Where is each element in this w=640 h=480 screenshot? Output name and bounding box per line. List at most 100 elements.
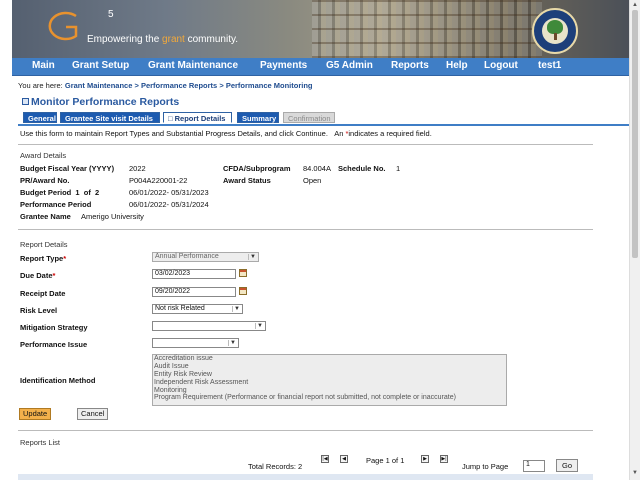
jump-to-page-label: Jump to Page <box>462 462 509 471</box>
risk-level-select[interactable]: Not risk Related ▼ <box>152 304 243 314</box>
chevron-down-icon: ▼ <box>255 323 264 329</box>
budget-fiscal-year-value: 2022 <box>129 164 146 173</box>
list-item[interactable]: Independent Risk Assessment <box>153 379 506 387</box>
nav-g5-admin[interactable]: G5 Admin <box>326 60 373 71</box>
list-item[interactable]: Accreditation issue <box>153 355 506 363</box>
tagline-text-end: community. <box>184 34 239 45</box>
nav-reports[interactable]: Reports <box>391 60 429 71</box>
banner-library-shelves <box>312 0 542 58</box>
pr-award-value: P004A220001-22 <box>129 176 188 185</box>
go-button[interactable]: Go <box>556 459 579 472</box>
main-nav: Main Grant Setup Grant Maintenance Payme… <box>12 58 629 76</box>
budget-period-label: Budget Period 1 of 2 <box>20 188 100 197</box>
pr-award-label: PR/Award No. <box>20 176 70 185</box>
award-status-label: Award Status <box>223 176 271 185</box>
page-title: Monitor Performance Reports <box>31 96 180 108</box>
due-date-input[interactable]: 03/02/2023 <box>152 269 236 279</box>
chevron-down-icon: ▼ <box>248 254 257 260</box>
performance-period-value: 06/01/2022- 05/31/2024 <box>129 200 209 209</box>
divider <box>18 144 593 145</box>
mitigation-strategy-select[interactable]: ▼ <box>152 321 266 331</box>
page: 5 Empowering the grant community. Main G… <box>0 0 629 480</box>
list-item[interactable]: Monitoring <box>153 387 506 395</box>
nav-help[interactable]: Help <box>446 60 468 71</box>
chevron-down-icon: ▼ <box>232 306 241 312</box>
performance-issue-select[interactable]: ▼ <box>152 338 239 348</box>
grantee-name-label: Grantee Name <box>20 212 71 221</box>
page-title-icon <box>22 98 29 105</box>
required-star: * <box>63 254 67 263</box>
last-page-icon[interactable]: ▶| <box>440 455 448 463</box>
risk-level-label: Risk Level <box>20 306 58 315</box>
cfda-label: CFDA/Subprogram <box>223 164 291 173</box>
nav-main[interactable]: Main <box>32 60 55 71</box>
performance-period-label: Performance Period <box>20 200 92 209</box>
calendar-icon[interactable] <box>239 269 247 277</box>
mitigation-strategy-label: Mitigation Strategy <box>20 323 88 332</box>
vertical-scrollbar[interactable]: ▲ ▼ <box>629 0 640 480</box>
award-details-heading: Award Details <box>20 151 67 160</box>
risk-level-value: Not risk Related <box>155 305 205 312</box>
jump-page-input[interactable]: 1 <box>523 460 545 472</box>
identification-method-listbox[interactable]: Accreditation issue Audit Issue Entity R… <box>152 354 507 406</box>
scroll-up-icon[interactable]: ▲ <box>632 2 638 8</box>
update-button[interactable]: Update <box>19 408 52 420</box>
tab-confirmation: Confirmation <box>283 112 335 123</box>
calendar-icon[interactable] <box>239 287 247 295</box>
breadcrumb: You are here: Grant Maintenance > Perfor… <box>18 81 313 90</box>
tagline-highlight: grant <box>162 34 185 45</box>
schedule-label: Schedule No. <box>338 164 386 173</box>
required-star: * <box>52 271 56 280</box>
scrollbar-thumb[interactable] <box>632 10 638 258</box>
previous-page-icon[interactable]: ◀ <box>340 455 348 463</box>
receipt-date-input[interactable]: 09/20/2022 <box>152 287 236 297</box>
list-item[interactable]: Program Requirement (Performance or fina… <box>153 394 506 402</box>
cfda-value: 84.004A <box>303 164 331 173</box>
nav-payments[interactable]: Payments <box>260 60 307 71</box>
report-type-label-text: Report Type <box>20 254 64 263</box>
tab-report-details[interactable]: □ Report Details <box>163 112 232 123</box>
breadcrumb-performance-reports[interactable]: Performance Reports <box>141 81 217 90</box>
budget-period-value: 06/01/2022- 05/31/2023 <box>129 188 209 197</box>
identification-method-label: Identification Method <box>20 376 96 385</box>
grantee-name-value: Amerigo University <box>81 212 144 221</box>
schedule-value: 1 <box>396 164 401 173</box>
divider <box>18 430 593 431</box>
instructions: Use this form to maintain Report Types a… <box>20 129 432 138</box>
tagline-text: Empowering the <box>87 34 163 45</box>
page-info: Page 1 of 1 <box>366 456 405 465</box>
due-date-label: Due Date* <box>20 271 55 280</box>
breadcrumb-separator: > <box>219 81 224 90</box>
next-page-icon[interactable]: ▶ <box>421 455 429 463</box>
list-item[interactable]: Entity Risk Review <box>153 371 506 379</box>
nav-grant-maintenance[interactable]: Grant Maintenance <box>148 60 238 71</box>
chevron-down-icon: ▼ <box>228 340 237 346</box>
due-date-label-text: Due Date <box>20 271 53 280</box>
report-details-heading: Report Details <box>20 240 68 249</box>
receipt-date-label: Receipt Date <box>20 289 66 298</box>
report-type-select: Annual Performance ▼ <box>152 252 259 262</box>
first-page-icon[interactable]: |◀ <box>321 455 329 463</box>
tab-general[interactable]: General <box>23 112 57 123</box>
breadcrumb-performance-monitoring[interactable]: Performance Monitoring <box>226 81 313 90</box>
scroll-down-icon[interactable]: ▼ <box>632 470 638 476</box>
cancel-button[interactable]: Cancel <box>77 408 109 420</box>
report-type-value: Annual Performance <box>155 253 219 260</box>
instructions-req-suffix: indicates a required field. <box>348 129 432 138</box>
breadcrumb-prefix: You are here: <box>18 81 63 90</box>
list-item[interactable]: Audit Issue <box>153 363 506 371</box>
banner-tagline: Empowering the grant community. <box>87 34 238 45</box>
breadcrumb-grant-maintenance[interactable]: Grant Maintenance <box>65 81 133 90</box>
total-records: Total Records: 2 <box>248 462 303 471</box>
tab-summary[interactable]: Summary <box>237 112 279 123</box>
breadcrumb-separator: > <box>134 81 139 90</box>
instructions-req-prefix: An <box>334 129 346 138</box>
nav-user: test1 <box>538 60 562 71</box>
nav-logout[interactable]: Logout <box>484 60 518 71</box>
nav-grant-setup[interactable]: Grant Setup <box>72 60 129 71</box>
reports-table-header <box>18 474 593 480</box>
tab-grantee-site-visit-details[interactable]: Grantee Site visit Details <box>60 112 160 123</box>
budget-fiscal-year-label: Budget Fiscal Year (YYYY) <box>20 164 115 173</box>
performance-issue-label: Performance Issue <box>20 340 88 349</box>
department-seal-icon <box>532 8 578 54</box>
